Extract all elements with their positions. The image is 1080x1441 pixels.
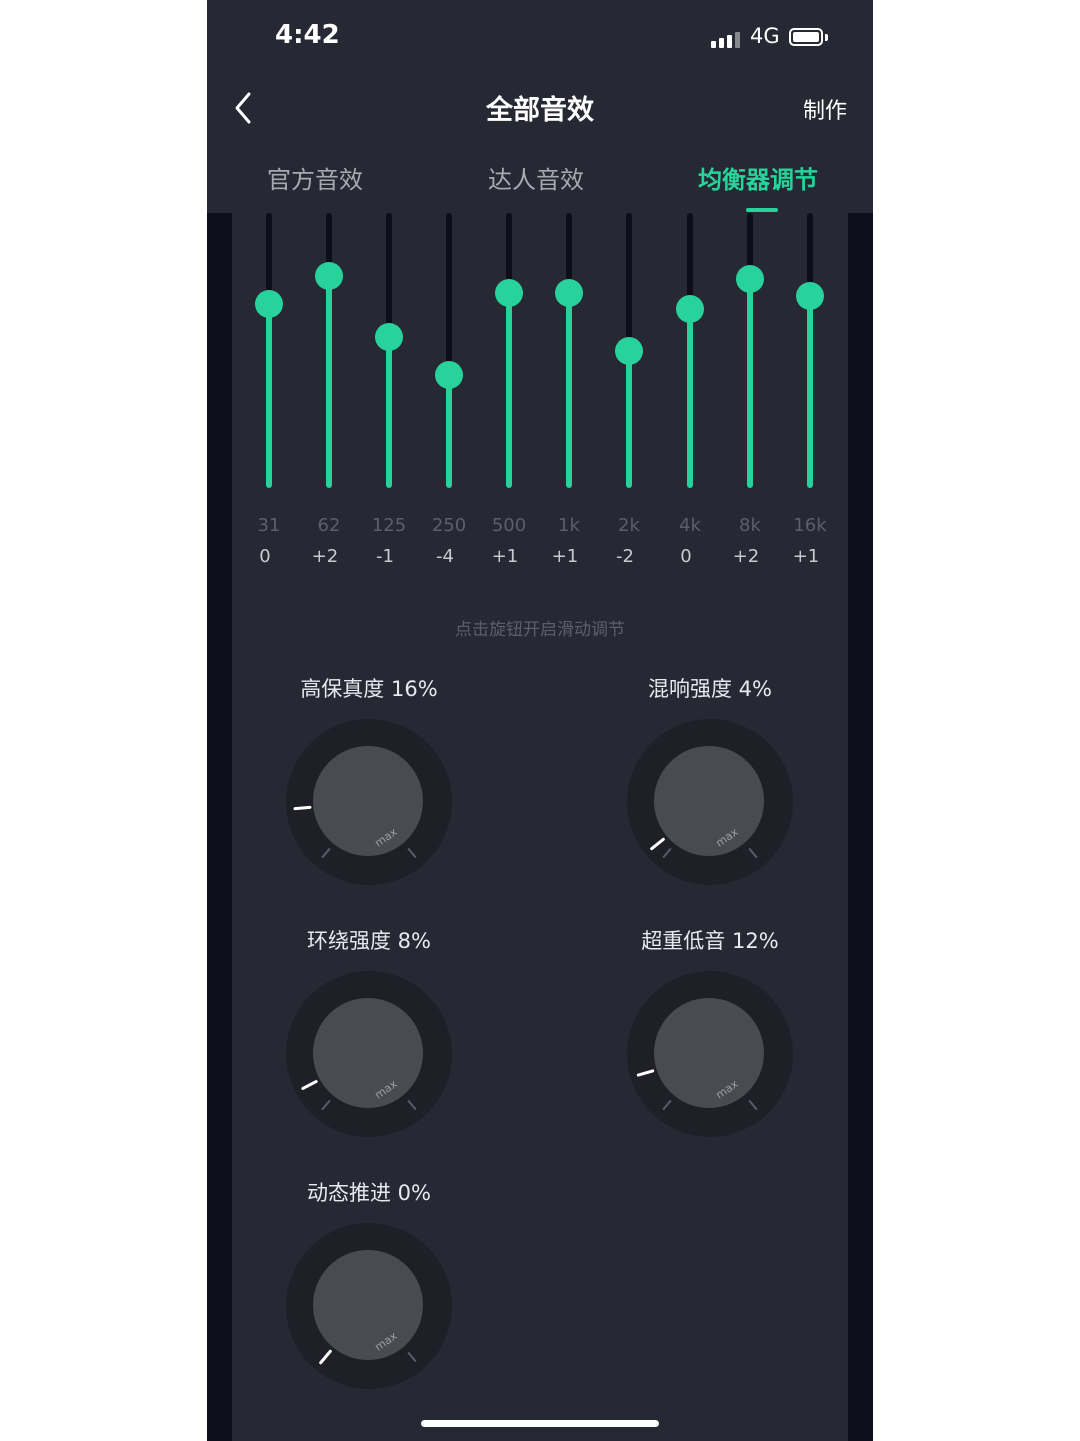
eq-thumb[interactable]: [315, 262, 343, 291]
knob-title-fidelity: 高保真度 16%: [300, 677, 438, 701]
knob-dial: [654, 998, 764, 1108]
knob-title-reverb: 混响强度 4%: [648, 677, 772, 701]
eq-band-frequency: 2k: [618, 515, 640, 536]
eq-slider-500[interactable]: [489, 213, 529, 493]
right-edge: [848, 213, 873, 1441]
knob-bass[interactable]: max: [627, 971, 793, 1137]
eq-band-value: 0: [259, 546, 271, 567]
eq-fill: [807, 295, 813, 488]
tab-equalizer[interactable]: 均衡器调节: [698, 160, 818, 195]
eq-band-value: -4: [436, 546, 454, 567]
knob-dial: [313, 746, 423, 856]
eq-band-frequency: 8k: [739, 515, 761, 536]
knob-fidelity[interactable]: max: [286, 719, 452, 885]
eq-fill: [266, 303, 272, 488]
eq-slider-2k[interactable]: [609, 213, 649, 493]
eq-band-value: +1: [491, 546, 519, 567]
page-title: 全部音效: [486, 95, 594, 126]
network-type: 4G: [750, 24, 780, 48]
eq-thumb[interactable]: [555, 278, 583, 307]
active-tab-indicator: [746, 208, 778, 212]
eq-band-frequency: 16k: [793, 515, 827, 536]
eq-band-value: +2: [732, 546, 760, 567]
eq-thumb[interactable]: [495, 278, 523, 307]
eq-fill: [566, 292, 572, 488]
status-time: 4:42: [275, 20, 340, 50]
eq-slider-16k[interactable]: [790, 213, 830, 493]
eq-fill: [687, 309, 693, 488]
knob-reverb[interactable]: max: [627, 719, 793, 885]
tab-official-effects[interactable]: 官方音效: [267, 160, 363, 195]
equalizer-panel: 31 0 62 +2 125 -1 250 -4 500 +1 1k +1 2k -2 4k 0 8k +2 16k…: [232, 213, 848, 1441]
eq-band-frequency: 1k: [558, 515, 580, 536]
eq-thumb[interactable]: [435, 361, 463, 390]
eq-fill: [446, 375, 452, 488]
eq-band-frequency: 250: [431, 515, 467, 536]
knob-dial: [654, 746, 764, 856]
left-edge: [207, 213, 232, 1441]
tab-creator-effects[interactable]: 达人音效: [488, 160, 584, 195]
make-button[interactable]: 制作: [803, 93, 847, 125]
knob-dynamic[interactable]: max: [286, 1223, 452, 1389]
eq-thumb[interactable]: [375, 322, 403, 351]
eq-band-value: +1: [792, 546, 820, 567]
knob-dial: [313, 998, 423, 1108]
battery-icon: [789, 28, 823, 46]
phone-screen: 4:42 4G 全部音效 制作 官方音效 达人音效 均衡器调节 31 0 62 +2 1…: [207, 0, 873, 1441]
knob-title-surround: 环绕强度 8%: [307, 929, 431, 953]
battery-cap: [825, 34, 828, 41]
eq-band-value: -1: [376, 546, 394, 567]
eq-fill: [506, 292, 512, 488]
eq-thumb[interactable]: [796, 281, 824, 310]
eq-slider-1k[interactable]: [549, 213, 589, 493]
knob-dial: [313, 1250, 423, 1360]
eq-fill: [386, 336, 392, 488]
eq-slider-125[interactable]: [369, 213, 409, 493]
knob-surround[interactable]: max: [286, 971, 452, 1137]
eq-band-value: 0: [680, 546, 692, 567]
eq-thumb[interactable]: [736, 265, 764, 293]
home-indicator[interactable]: [421, 1420, 659, 1427]
eq-band-value: +2: [311, 546, 339, 567]
eq-slider-4k[interactable]: [670, 213, 710, 493]
eq-thumb[interactable]: [255, 289, 283, 318]
eq-fill: [747, 279, 753, 488]
eq-fill: [626, 350, 632, 488]
eq-band-frequency: 31: [257, 515, 281, 536]
eq-slider-31[interactable]: [249, 213, 289, 493]
knob-title-dynamic: 动态推进 0%: [307, 1181, 431, 1205]
eq-slider-62[interactable]: [309, 213, 349, 493]
eq-band-value: -2: [616, 546, 634, 567]
signal-icon: [711, 30, 741, 48]
eq-band-frequency: 125: [371, 515, 407, 536]
eq-band-value: +1: [551, 546, 579, 567]
eq-band-frequency: 62: [317, 515, 341, 536]
eq-thumb[interactable]: [615, 336, 643, 365]
eq-slider-250[interactable]: [429, 213, 469, 493]
knob-hint: 点击旋钮开启滑动调节: [455, 620, 625, 640]
eq-fill: [326, 276, 332, 488]
eq-slider-8k[interactable]: [730, 213, 770, 493]
eq-thumb[interactable]: [676, 295, 704, 324]
top-area: 4:42 4G 全部音效 制作 官方音效 达人音效 均衡器调节: [207, 0, 873, 213]
eq-band-frequency: 500: [491, 515, 527, 536]
knob-title-bass: 超重低音 12%: [641, 929, 779, 953]
eq-band-frequency: 4k: [679, 515, 701, 536]
